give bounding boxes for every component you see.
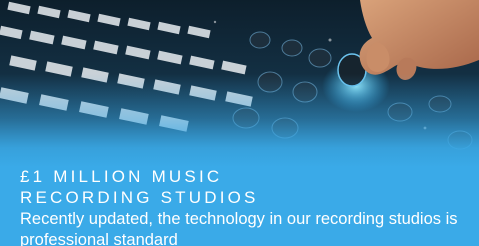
recording-studios-card[interactable]: £1 MILLION MUSIC RECORDING STUDIOS Recen… <box>0 0 479 246</box>
card-description: Recently updated, the technology in our … <box>20 210 458 246</box>
card-title[interactable]: £1 MILLION MUSIC RECORDING STUDIOS <box>20 166 320 208</box>
card-caption: £1 MILLION MUSIC RECORDING STUDIOS Recen… <box>20 166 470 246</box>
